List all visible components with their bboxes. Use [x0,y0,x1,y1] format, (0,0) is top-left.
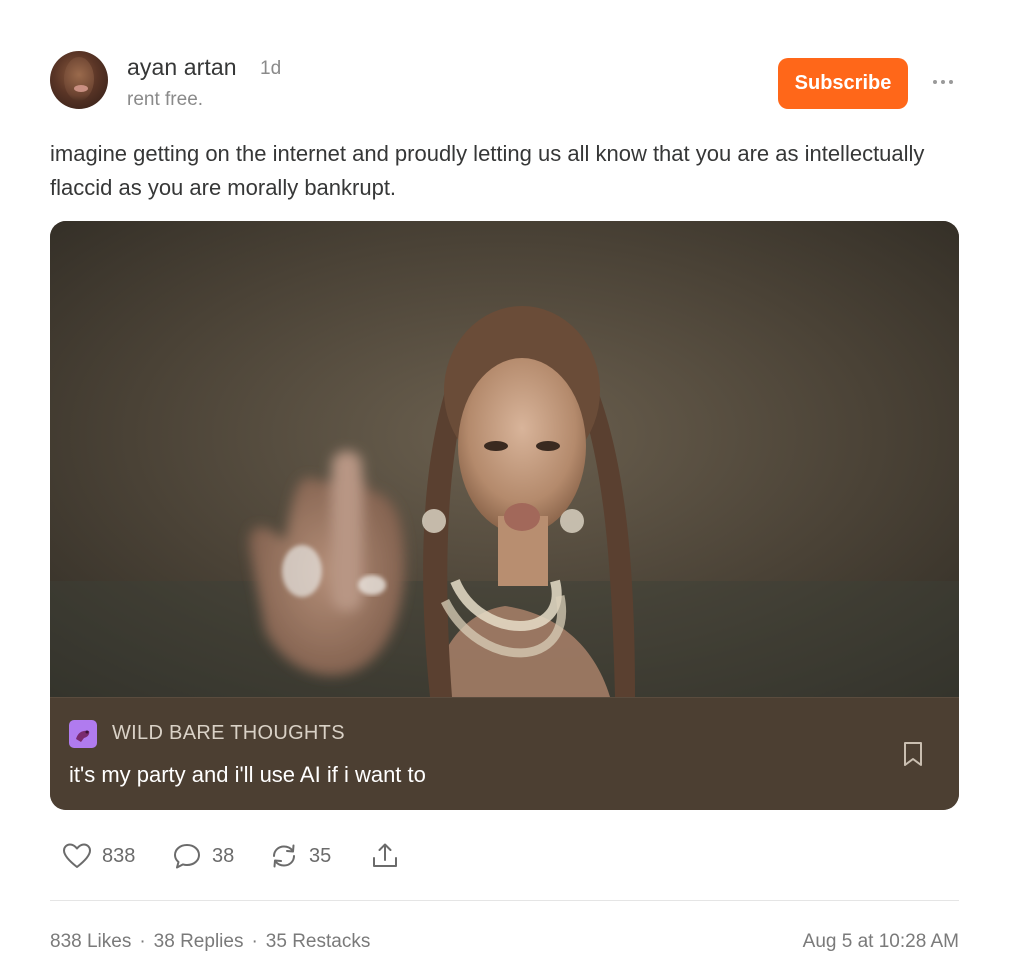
stats-separator: · [251,931,258,952]
article-image [50,221,959,697]
restack-icon [273,844,295,868]
like-count: 838 [102,844,136,867]
like-button[interactable]: 838 [62,840,135,872]
post-text: imagine getting on the internet and prou… [50,141,925,200]
comment-icon [174,844,200,869]
publication-logo-art [76,730,90,742]
divider [50,900,959,901]
subscribe-button[interactable]: Subscribe [778,58,908,109]
post-time: 1d [260,58,282,79]
restack-count: 35 [309,844,332,867]
heart-icon [63,843,91,868]
article-title[interactable]: it's my party and i'll use AI if i want … [69,762,426,788]
bookmark-icon [904,742,922,766]
post-stats: 838 Likes · 38 Replies · 35 Restacks [50,931,370,953]
restack-button[interactable]: 35 [269,840,331,872]
author-name[interactable]: ayan artan [127,54,237,81]
likes-stat[interactable]: 838 Likes [50,931,131,952]
author-bio: rent free. [127,89,204,110]
publication-logo [69,720,97,748]
more-icon [933,80,953,84]
stats-separator: · [139,931,146,952]
more-options-button[interactable] [930,70,956,94]
comment-button[interactable]: 38 [172,840,234,872]
share-icon [373,843,397,867]
article-card-footer: WILD BARE THOUGHTS it's my party and i'l… [50,697,959,810]
post-date[interactable]: Aug 5 at 10:28 AM [803,931,959,953]
author-avatar[interactable] [50,51,108,109]
replies-stat[interactable]: 38 Replies [154,931,244,952]
share-button[interactable] [370,840,400,872]
avatar-face [64,57,94,101]
publication-name[interactable]: WILD BARE THOUGHTS [112,722,345,745]
article-card[interactable]: WILD BARE THOUGHTS it's my party and i'l… [50,221,959,810]
avatar-lips [74,85,88,92]
bookmark-button[interactable] [902,740,924,768]
comment-count: 38 [212,844,235,867]
restacks-stat[interactable]: 35 Restacks [266,931,371,952]
